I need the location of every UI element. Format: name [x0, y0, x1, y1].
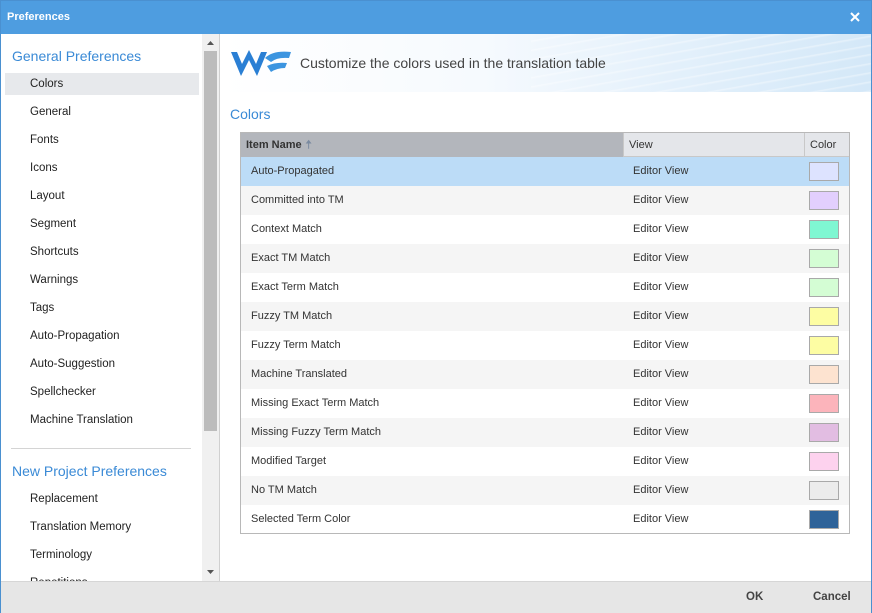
sidebar-divider — [11, 448, 191, 449]
sidebar-item-auto-propagation[interactable]: Auto-Propagation — [5, 325, 199, 347]
view-cell: Editor View — [633, 281, 689, 293]
table-row[interactable]: Fuzzy TM Match Editor View — [241, 302, 849, 331]
view-cell: Editor View — [633, 252, 689, 264]
table-row[interactable]: No TM Match Editor View — [241, 476, 849, 505]
table-row[interactable]: Selected Term Color Editor View — [241, 505, 849, 534]
color-swatch[interactable] — [809, 394, 839, 413]
view-cell: Editor View — [633, 223, 689, 235]
page-title: Colors — [230, 106, 271, 122]
sidebar-item-auto-suggestion[interactable]: Auto-Suggestion — [5, 353, 199, 375]
window-title: Preferences — [7, 11, 70, 23]
item-name-cell: No TM Match — [251, 484, 317, 496]
colors-table: Item Name 🠡 View Color Auto-Propagated Edi… — [240, 132, 850, 534]
preferences-dialog: Preferences General Preferences Colors G… — [0, 0, 872, 613]
table-row[interactable]: Auto-Propagated Editor View — [241, 157, 849, 186]
table-row[interactable]: Fuzzy Term Match Editor View — [241, 331, 849, 360]
color-swatch[interactable] — [809, 307, 839, 326]
view-cell: Editor View — [633, 339, 689, 351]
column-header-color[interactable]: Color — [804, 133, 849, 157]
sidebar-item-replacement[interactable]: Replacement — [5, 488, 199, 510]
color-swatch[interactable] — [809, 220, 839, 239]
close-icon[interactable] — [845, 7, 865, 27]
sort-ascending-icon: 🠡 — [305, 139, 312, 151]
item-name-cell: Selected Term Color — [251, 513, 351, 525]
wordfast-logo-icon — [231, 50, 291, 76]
color-swatch[interactable] — [809, 452, 839, 471]
color-swatch[interactable] — [809, 510, 839, 529]
view-cell: Editor View — [633, 484, 689, 496]
view-cell: Editor View — [633, 455, 689, 467]
title-bar: Preferences — [1, 1, 871, 34]
item-name-cell: Missing Fuzzy Term Match — [251, 426, 381, 438]
view-cell: Editor View — [633, 397, 689, 409]
sidebar-item-machine-translation[interactable]: Machine Translation — [5, 409, 199, 431]
color-swatch[interactable] — [809, 191, 839, 210]
sidebar-item-partial[interactable]: Repetitions — [5, 572, 199, 581]
scroll-thumb[interactable] — [204, 51, 217, 431]
new-project-preferences-title: New Project Preferences — [12, 463, 167, 479]
sidebar-item-tags[interactable]: Tags — [5, 297, 199, 319]
preferences-sidebar: General Preferences Colors General Fonts… — [1, 34, 220, 581]
item-name-cell: Missing Exact Term Match — [251, 397, 380, 409]
dialog-footer: OK Cancel — [1, 581, 871, 613]
sidebar-item-icons[interactable]: Icons — [5, 157, 199, 179]
item-name-cell: Exact TM Match — [251, 252, 331, 264]
sidebar-item-terminology[interactable]: Terminology — [5, 544, 199, 566]
color-swatch[interactable] — [809, 365, 839, 384]
view-cell: Editor View — [633, 426, 689, 438]
view-cell: Editor View — [633, 194, 689, 206]
colors-panel: Customize the colors used in the transla… — [221, 34, 871, 581]
table-row[interactable]: Missing Fuzzy Term Match Editor View — [241, 418, 849, 447]
view-cell: Editor View — [633, 513, 689, 525]
table-row[interactable]: Modified Target Editor View — [241, 447, 849, 476]
table-row[interactable]: Machine Translated Editor View — [241, 360, 849, 389]
general-preferences-title: General Preferences — [12, 48, 142, 64]
color-swatch[interactable] — [809, 423, 839, 442]
item-name-cell: Committed into TM — [251, 194, 344, 206]
view-cell: Editor View — [633, 368, 689, 380]
sidebar-item-layout[interactable]: Layout — [5, 185, 199, 207]
color-swatch[interactable] — [809, 481, 839, 500]
color-swatch[interactable] — [809, 162, 839, 181]
sidebar-list: General Preferences Colors General Fonts… — [1, 34, 202, 581]
color-swatch[interactable] — [809, 336, 839, 355]
item-name-cell: Context Match — [251, 223, 322, 235]
table-row[interactable]: Exact Term Match Editor View — [241, 273, 849, 302]
sidebar-scrollbar[interactable] — [202, 34, 219, 581]
item-name-cell: Fuzzy TM Match — [251, 310, 333, 322]
sidebar-item-spellchecker[interactable]: Spellchecker — [5, 381, 199, 403]
table-row[interactable]: Committed into TM Editor View — [241, 186, 849, 215]
table-header: Item Name 🠡 View Color — [241, 133, 849, 157]
item-name-cell: Auto-Propagated — [251, 165, 335, 177]
view-cell: Editor View — [633, 310, 689, 322]
scroll-up-icon[interactable] — [202, 36, 219, 50]
scroll-down-icon[interactable] — [202, 565, 219, 579]
item-name-cell: Fuzzy Term Match — [251, 339, 341, 351]
column-header-view[interactable]: View — [623, 133, 804, 157]
header-banner: Customize the colors used in the transla… — [221, 34, 871, 92]
item-name-cell: Exact Term Match — [251, 281, 339, 293]
sidebar-item-translation-memory[interactable]: Translation Memory — [5, 516, 199, 538]
column-header-item-name[interactable]: Item Name 🠡 — [241, 133, 623, 157]
color-swatch[interactable] — [809, 249, 839, 268]
sidebar-item-colors[interactable]: Colors — [5, 73, 199, 95]
table-row[interactable]: Missing Exact Term Match Editor View — [241, 389, 849, 418]
sidebar-item-warnings[interactable]: Warnings — [5, 269, 199, 291]
item-name-cell: Machine Translated — [251, 368, 347, 380]
banner-headline: Customize the colors used in the transla… — [300, 55, 606, 71]
view-cell: Editor View — [633, 165, 689, 177]
item-name-cell: Modified Target — [251, 455, 327, 467]
table-row[interactable]: Exact TM Match Editor View — [241, 244, 849, 273]
sidebar-item-shortcuts[interactable]: Shortcuts — [5, 241, 199, 263]
table-row[interactable]: Context Match Editor View — [241, 215, 849, 244]
sidebar-item-general[interactable]: General — [5, 101, 199, 123]
ok-button[interactable]: OK — [746, 591, 763, 603]
cancel-button[interactable]: Cancel — [813, 591, 851, 603]
sidebar-item-fonts[interactable]: Fonts — [5, 129, 199, 151]
color-swatch[interactable] — [809, 278, 839, 297]
sidebar-item-segment[interactable]: Segment — [5, 213, 199, 235]
